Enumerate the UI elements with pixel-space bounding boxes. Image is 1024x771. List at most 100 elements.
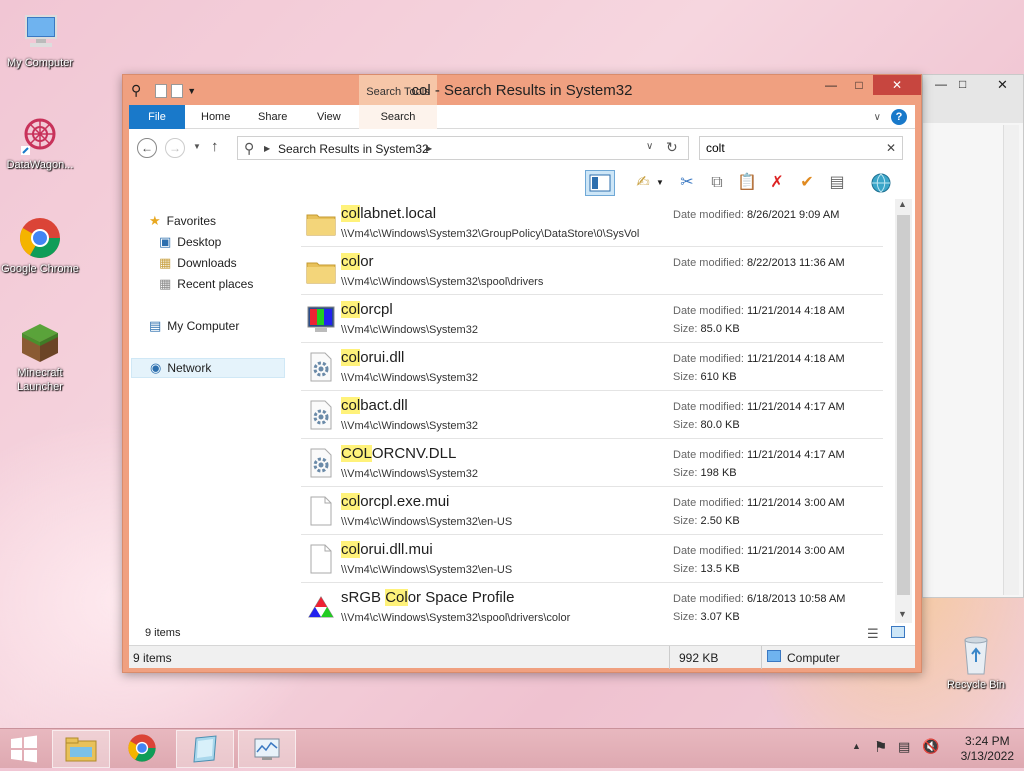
maximize-button[interactable]: □ — [845, 75, 873, 95]
cut-scissors-icon[interactable]: ✂ — [675, 171, 699, 195]
taskbar-performance-monitor[interactable] — [238, 730, 296, 768]
scrollbar-thumb[interactable] — [897, 215, 910, 595]
result-size: Size: 80.0 KB — [673, 419, 740, 431]
clear-search-icon[interactable]: ✕ — [886, 141, 896, 155]
expand-ribbon-icon[interactable]: ∨ — [874, 112, 881, 123]
refresh-icon[interactable]: ↻ — [666, 139, 678, 156]
title-bar[interactable]: ⚲ ▼ Search Tools col - Search Results in… — [123, 75, 921, 105]
result-path: \\Vm4\c\Windows\System32 — [341, 420, 478, 432]
size-label: Size: — [673, 371, 698, 383]
help-icon[interactable]: ? — [891, 109, 907, 125]
minimize-button[interactable]: — — [817, 75, 845, 95]
start-button[interactable] — [0, 730, 48, 768]
nav-recent-places[interactable]: ▦ Recent places — [159, 274, 253, 294]
globe-network-icon[interactable] — [869, 171, 893, 195]
result-name-match-highlight: col — [341, 349, 361, 366]
result-row[interactable]: colbact.dll \\Vm4\c\Windows\System32 Date … — [301, 391, 883, 439]
details-view-icon[interactable]: ☰ — [867, 626, 879, 642]
result-row[interactable]: colorui.dll.mui \\Vm4\c\Windows\System32\… — [301, 535, 883, 583]
result-name-prefix: sRGB — [341, 589, 386, 606]
nav-desktop[interactable]: ▣ Desktop — [159, 232, 221, 252]
up-arrow-icon[interactable]: ↑ — [211, 138, 219, 155]
desktop-icon-google-chrome[interactable]: Google Chrome — [0, 216, 80, 276]
result-row[interactable]: colorcpl.exe.mui \\Vm4\c\Windows\System32… — [301, 487, 883, 535]
size-value: 610 KB — [700, 371, 737, 383]
vertical-scrollbar[interactable]: ▲ ▼ — [895, 199, 912, 623]
desktop-icon-recycle-bin[interactable]: Recycle Bin — [936, 632, 1016, 692]
desktop-icon-datawagon[interactable]: DataWagon... — [0, 112, 80, 172]
taskbar-clock[interactable]: 3:24 PM 3/13/2022 — [961, 734, 1014, 764]
result-row[interactable]: collabnet.local \\Vm4\c\Windows\System32\… — [301, 199, 883, 247]
minimize-icon[interactable]: — — [935, 77, 947, 91]
volume-muted-icon[interactable]: 🔇 — [922, 738, 939, 755]
background-window-scrollbar[interactable] — [1003, 125, 1019, 595]
explorer-window[interactable]: ⚲ ▼ Search Tools col - Search Results in… — [122, 74, 922, 673]
desktop-icon-minecraft-launcher[interactable]: Minecraft Launcher — [0, 320, 80, 394]
taskbar-google-chrome[interactable] — [114, 730, 172, 768]
network-status-icon[interactable]: ▤ — [898, 739, 910, 755]
breadcrumb-search-results[interactable]: Search Results in System32 — [278, 142, 429, 156]
scroll-up-arrow-icon[interactable]: ▲ — [898, 199, 907, 209]
rename-checkmark-icon[interactable]: ✔ — [795, 171, 819, 195]
result-name: colorcpl.exe.mui — [341, 493, 449, 510]
scroll-down-arrow-icon[interactable]: ▼ — [898, 609, 907, 619]
nav-network[interactable]: ◉ Network — [131, 358, 285, 378]
back-button[interactable]: ← — [137, 138, 157, 158]
chrome-icon — [18, 216, 62, 260]
close-icon[interactable]: ✕ — [997, 77, 1008, 93]
close-button[interactable]: ✕ — [873, 75, 921, 95]
desktop-icon-my-computer[interactable]: My Computer — [0, 10, 80, 70]
result-name-match-highlight: col — [341, 301, 361, 318]
result-row[interactable]: colorui.dll \\Vm4\c\Windows\System32 Date … — [301, 343, 883, 391]
blank-file-icon — [305, 543, 337, 575]
delete-x-icon[interactable]: ✗ — [765, 171, 789, 195]
breadcrumb-separator-icon: ▶ — [264, 144, 271, 153]
search-box[interactable]: ✕ — [699, 136, 903, 160]
result-name: colorui.dll — [341, 349, 404, 366]
result-name-rest: bact.dll — [360, 397, 408, 414]
chevron-down-icon[interactable]: ▼ — [653, 171, 667, 195]
paste-clipboard-icon[interactable]: 📋 — [735, 171, 759, 195]
result-row[interactable]: color \\Vm4\c\Windows\System32\spool\driv… — [301, 247, 883, 295]
tab-search[interactable]: Search — [359, 105, 437, 129]
result-date-modified: Date modified: 6/18/2013 10:58 AM — [673, 593, 845, 605]
copy-icon[interactable]: ⧉ — [705, 171, 729, 195]
result-row[interactable]: sRGB Color Space Profile \\Vm4\c\Windows\… — [301, 583, 883, 623]
date-modified-label: Date modified: — [673, 257, 744, 269]
tab-file[interactable]: File — [129, 105, 185, 129]
recent-locations-chevron-icon[interactable]: ▼ — [193, 142, 201, 151]
tab-home[interactable]: Home — [191, 105, 240, 129]
address-history-chevron-icon[interactable]: ∨ — [646, 141, 653, 152]
tab-view[interactable]: View — [307, 105, 351, 129]
nav-downloads[interactable]: ▦ Downloads — [159, 253, 237, 273]
nav-favorites[interactable]: ★ Favorites — [149, 211, 216, 231]
properties-icon[interactable]: ▤ — [825, 171, 849, 195]
maximize-icon[interactable]: □ — [959, 77, 966, 91]
result-size: Size: 2.50 KB — [673, 515, 740, 527]
date-modified-label: Date modified: — [673, 497, 744, 509]
windows-logo-icon — [11, 735, 37, 763]
taskbar-app-window[interactable] — [176, 730, 234, 768]
search-input[interactable] — [706, 141, 876, 155]
result-path: \\Vm4\c\Windows\System32\GroupPolicy\Dat… — [341, 228, 640, 240]
show-hidden-icons-icon[interactable]: ▲ — [852, 741, 861, 751]
search-results-list[interactable]: collabnet.local \\Vm4\c\Windows\System32\… — [301, 199, 915, 623]
computer-icon: ▤ — [149, 318, 162, 333]
new-item-icon[interactable]: ✍ — [631, 171, 655, 195]
nav-my-computer[interactable]: ▤ My Computer — [149, 316, 239, 336]
preview-pane-button[interactable] — [585, 170, 615, 196]
result-row[interactable]: COLORCNV.DLL \\Vm4\c\Windows\System32 Date… — [301, 439, 883, 487]
datawagon-logo-icon — [18, 112, 62, 156]
result-row[interactable]: colorcpl \\Vm4\c\Windows\System32 Date mod… — [301, 295, 883, 343]
taskbar-file-explorer[interactable] — [52, 730, 110, 768]
result-date-modified: Date modified: 8/26/2021 9:09 AM — [673, 209, 839, 221]
large-icons-view-icon[interactable] — [891, 626, 905, 638]
size-label: Size: — [673, 323, 698, 335]
forward-button[interactable]: → — [165, 138, 185, 158]
size-value: 13.5 KB — [700, 563, 740, 575]
tab-share[interactable]: Share — [248, 105, 297, 129]
address-box[interactable]: ⚲ ▶ Search Results in System32 ▶ ∨ ↻ — [237, 136, 689, 160]
action-center-flag-icon[interactable]: ⚑ — [874, 738, 887, 756]
navigation-pane: ★ Favorites ▣ Desktop ▦ Downloads ▦ Recent plac… — [129, 199, 301, 623]
background-window[interactable]: — □ ✕ — [922, 74, 1024, 598]
